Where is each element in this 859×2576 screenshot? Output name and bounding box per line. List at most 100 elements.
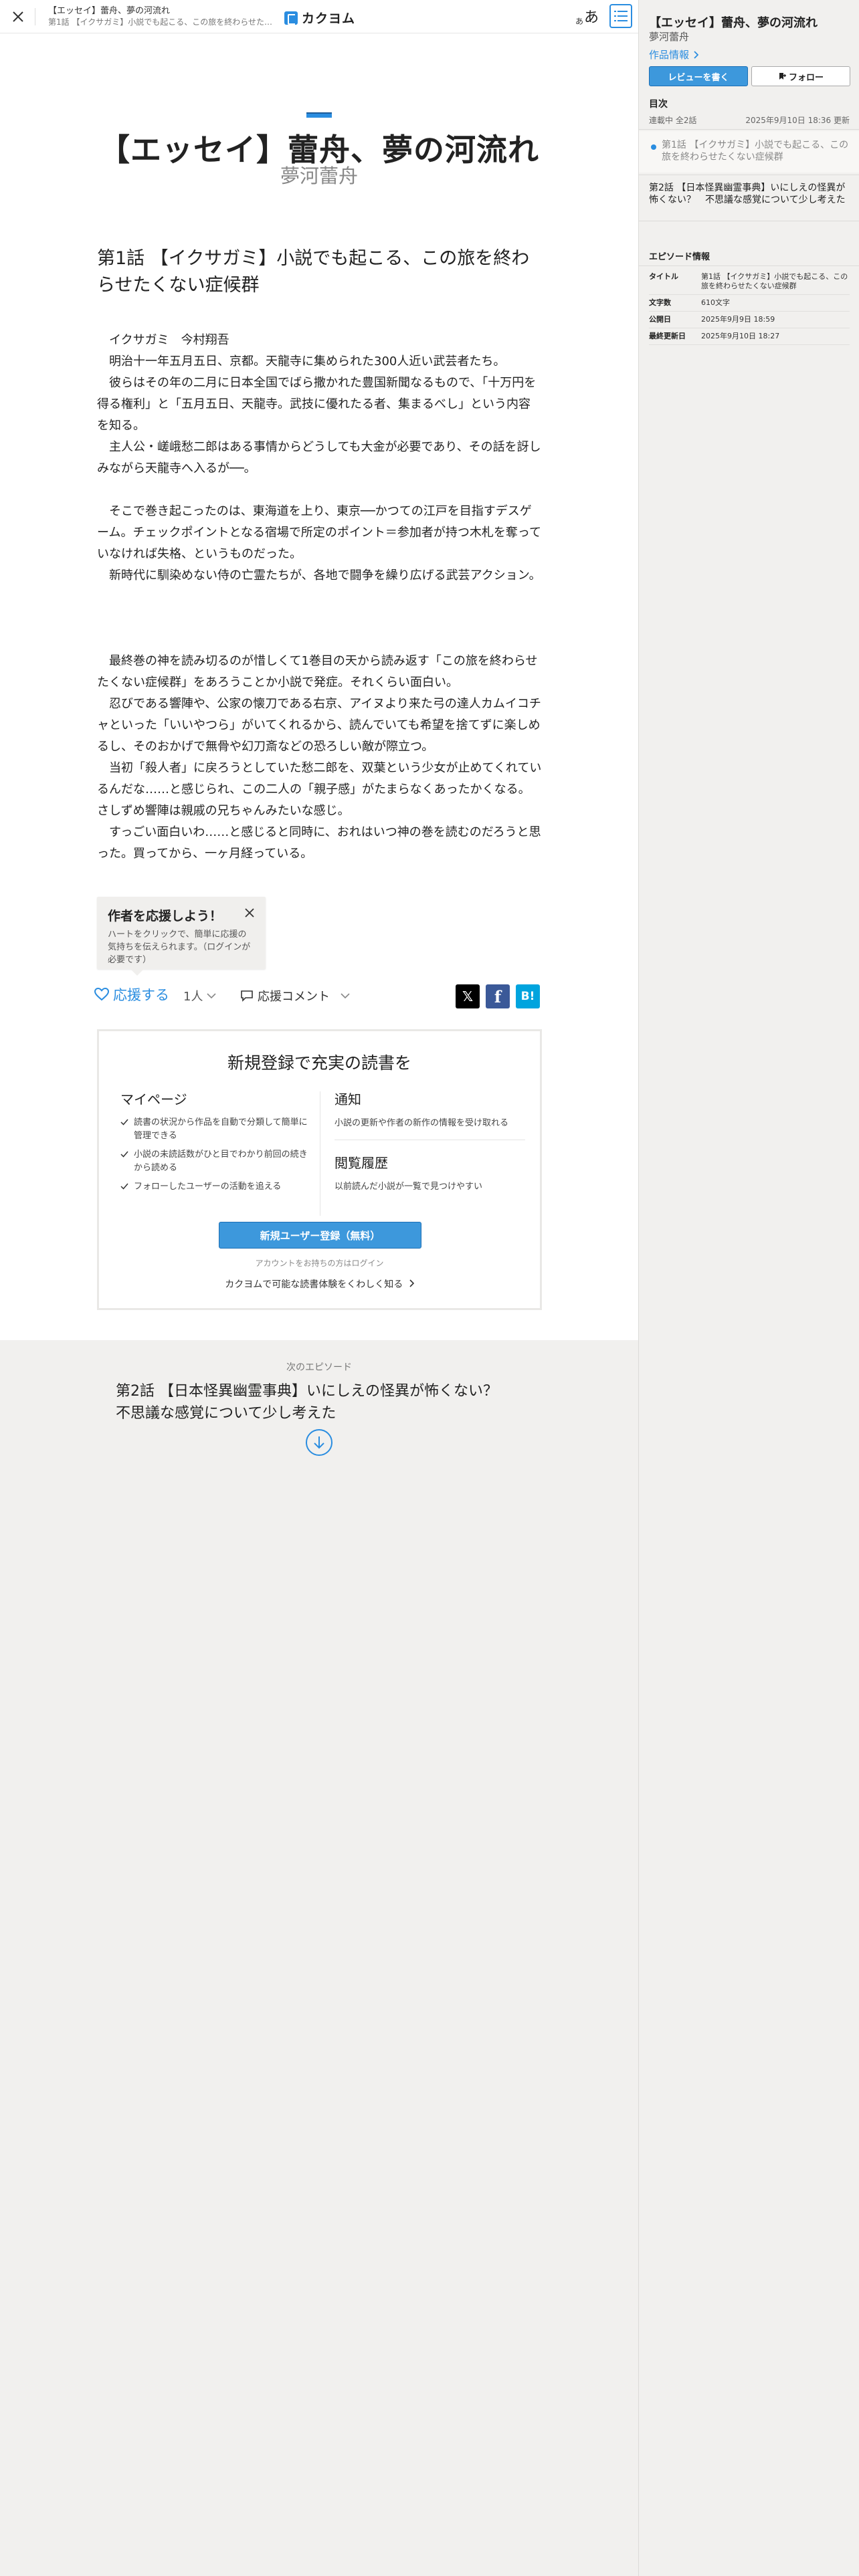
close-icon: [13, 11, 23, 22]
login-link[interactable]: アカウントをお持ちの方はログイン: [99, 1257, 540, 1269]
notify-text: 小説の更新や作者の新作の情報を受け取れる: [335, 1118, 509, 1128]
next-episode-section: 次のエピソード 第2話 【日本怪異幽霊事典】いにしえの怪異が怖くない？ 不思議な…: [0, 1340, 638, 1494]
mypage-item-text: 読書の状況から作品を自動で分類して簡単に管理できる: [134, 1117, 308, 1141]
bookmark-plus-icon: [779, 73, 786, 80]
episode-info-value: 2025年9月10日 18:27: [701, 332, 780, 340]
font-size-button[interactable]: あ あ: [575, 7, 599, 27]
tooltip-close-button[interactable]: [243, 906, 256, 920]
work-badge: [306, 112, 332, 118]
font-big-glyph: あ: [584, 9, 599, 26]
arrow-down-icon: [314, 1436, 324, 1449]
sidebar-work-title[interactable]: 【エッセイ】蕾舟、夢の河流れ: [649, 13, 850, 31]
body-paragraph: [97, 629, 542, 651]
support-comment-button[interactable]: 応援コメント: [240, 987, 350, 1004]
history-heading: 閲覧履歴: [335, 1155, 388, 1171]
comment-label: 応援コメント: [258, 990, 330, 1004]
body-paragraph: そこで巻き起こったのは、東海道を上り、東京──かつての江戸を目指すデスゲーム。チ…: [97, 504, 542, 561]
episode-info-key: 文字数: [649, 298, 671, 307]
body-paragraph: 新時代に馴染めない侍の亡霊たちが、各地で闘争を繰り広げる武芸アクション。: [97, 568, 541, 582]
header-titles[interactable]: 【エッセイ】蕾舟、夢の河流れ 第1話 【イクサガミ】小説でも起こる、この旅を終わ…: [48, 5, 276, 28]
hatena-icon: B!: [520, 990, 535, 1003]
work-author[interactable]: 夢河蕾舟: [0, 160, 638, 189]
sidebar-author[interactable]: 夢河蕾舟: [649, 29, 689, 43]
episode-info-value: 第1話 【イクサガミ】小説でも起こる、この旅を終わらせたくない症候群: [701, 272, 848, 290]
episode-header: 【エッセイ】蕾舟、夢の河流れ 第1話 【イクサガミ】小説でも起こる、この旅を終わ…: [0, 0, 638, 33]
episode-info-divider: [639, 265, 859, 266]
episode-info-heading: エピソード情報: [649, 252, 710, 262]
episode-info-row: 文字数 610文字: [649, 295, 850, 312]
body-paragraph: 最終巻の神を読み切るのが惜しくて1巻目の天から読み返す「この旅を終わらせたくない…: [97, 654, 538, 689]
next-episode-title[interactable]: 第2話 【日本怪異幽霊事典】いにしえの怪異が怖くない？ 不思議な感覚について少し…: [116, 1380, 524, 1424]
font-small-glyph: あ: [575, 17, 584, 26]
share-facebook-button[interactable]: f: [486, 984, 510, 1008]
follow-label: フォロー: [788, 72, 824, 83]
mypage-item: 読書の状況から作品を自動で分類して簡単に管理できる: [120, 1116, 314, 1143]
supporter-count-button[interactable]: 1人: [183, 987, 217, 1004]
mypage-item-text: フォローしたユーザーの活動を追える: [134, 1182, 282, 1192]
mypage-item-text: 小説の未読話数がひと目でわかり前回の続きから読める: [134, 1150, 308, 1173]
action-bar: 応援する 1人 応援コメント 𝕏 f B!: [94, 982, 543, 1008]
tooltip-title: 作者を応援しよう！: [108, 909, 223, 924]
learn-more-link[interactable]: カクヨムで可能な読書体験をくわしく知る: [99, 1277, 540, 1291]
kakuyomu-logo[interactable]: カクヨム: [284, 9, 355, 27]
body-paragraph: イクサガミ 今村翔吾: [97, 333, 229, 347]
review-label: レビューを書く: [668, 72, 729, 83]
body-paragraph: [97, 586, 542, 608]
episode-info-value: 610文字: [701, 298, 730, 307]
header-episode-title: 第1話 【イクサガミ】小説でも起こる、この旅を終わらせたくない症候群: [48, 17, 276, 27]
share-x-button[interactable]: 𝕏: [456, 984, 480, 1008]
share-hatena-button[interactable]: B!: [516, 984, 540, 1008]
next-episode-button[interactable]: [306, 1429, 332, 1456]
body-paragraph: 主人公・嵯峨愁二郎はある事情からどうしても大金が必要であり、その話を訝しみながら…: [97, 440, 541, 475]
toc-status: 連載中 全2話: [649, 116, 697, 125]
facebook-icon: f: [494, 986, 502, 1006]
toc-divider: [639, 129, 859, 130]
episode-info-table: タイトル 第1話 【イクサガミ】小説でも起こる、この旅を終わらせたくない症候群 …: [649, 269, 850, 345]
body-paragraph: 忍びである響陣や、公家の懐刀である右京、アイヌより来た弓の達人カムイコチャといっ…: [97, 697, 541, 754]
work-info-link[interactable]: 作品情報: [649, 47, 699, 62]
episode-info-row: 最終更新日 2025年9月10日 18:27: [649, 328, 850, 345]
episode-info-row: タイトル 第1話 【イクサガミ】小説でも起こる、この旅を終わらせたくない症候群: [649, 269, 850, 295]
follow-button[interactable]: フォロー: [751, 66, 850, 86]
toc-episode-title: 第2話 【日本怪異幽霊事典】いにしえの怪異が怖くない？ 不思議な感覚について少し…: [649, 183, 846, 205]
check-icon: [120, 1151, 128, 1158]
toc-toggle-button[interactable]: [609, 4, 632, 28]
body-paragraph: [97, 608, 542, 629]
register-card: 新規登録で充実の読書を マイページ 読書の状況から作品を自動で分類して簡単に管理…: [97, 1029, 542, 1310]
notify-heading: 通知: [335, 1091, 361, 1107]
chevron-right-icon: [409, 1279, 414, 1287]
learn-more-text: カクヨムで可能な読書体験をくわしく知る: [225, 1279, 403, 1290]
list-icon: [614, 11, 628, 21]
close-button[interactable]: [8, 7, 28, 27]
features-column: 通知 小説の更新や作者の新作の情報を受け取れる 閲覧履歴 以前読んだ小説が一覧で…: [335, 1089, 525, 1194]
logo-text: カクヨム: [302, 11, 356, 26]
next-episode-label: 次のエピソード: [286, 1362, 352, 1373]
episode-info-row: 公開日 2025年9月9日 18:59: [649, 312, 850, 328]
toc-episode-title: 第1話 【イクサガミ】小説でも起こる、この旅を終わらせたくない症候群: [662, 140, 849, 163]
body-paragraph: 明治十一年五月五日、京都。天龍寺に集められた300人近い武芸者たち。: [97, 354, 506, 368]
toc-episode[interactable]: 第2話 【日本怪異幽霊事典】いにしえの怪異が怖くない？ 不思議な感覚について少し…: [639, 177, 859, 215]
chevron-down-icon: [207, 993, 217, 999]
support-label: 応援する: [113, 987, 169, 1003]
body-paragraph: [97, 479, 542, 501]
mypage-item: フォローしたユーザーの活動を追える: [120, 1180, 314, 1194]
support-button[interactable]: 応援する: [94, 984, 169, 1004]
support-tooltip: 作者を応援しよう！ ハートをクリックで、簡単に応援の気持ちを伝えられます。（ログ…: [97, 897, 266, 976]
mypage-item: 小説の未読話数がひと目でわかり前回の続きから読める: [120, 1148, 314, 1175]
logo-mark-icon: [284, 11, 298, 25]
write-review-button[interactable]: レビューを書く: [649, 66, 748, 86]
body-paragraph: すっごい面白いわ……と感じると同時に、おれはいつ神の巻を読むのだろうと思った。買…: [97, 825, 541, 861]
episode-info-key: タイトル: [649, 272, 678, 281]
body-paragraph: 彼らはその年の二月に日本全国でばら撒かれた豊国新聞なるもので、「十万円を得る権利…: [97, 376, 537, 433]
close-icon: [245, 908, 254, 918]
header-work-title[interactable]: 【エッセイ】蕾舟、夢の河流れ: [48, 5, 276, 17]
current-episode-dot-icon: [651, 144, 656, 150]
toc-heading: 目次: [649, 99, 668, 110]
chevron-right-icon: [694, 50, 699, 59]
episode-title: 第1話 【イクサガミ】小説でも起こる、この旅を終わらせたくない症候群: [97, 248, 530, 296]
toc-sidebar: 【エッセイ】蕾舟、夢の河流れ 夢河蕾舟 作品情報 レビューを書く フォロー 目次…: [638, 0, 859, 2576]
episode-body: イクサガミ 今村翔吾 明治十一年五月五日、京都。天龍寺に集められた300人近い武…: [97, 330, 542, 865]
episode-info-value: 2025年9月9日 18:59: [701, 315, 775, 324]
register-button[interactable]: 新規ユーザー登録（無料）: [219, 1222, 421, 1249]
toc-episode-current[interactable]: 第1話 【イクサガミ】小説でも起こる、この旅を終わらせたくない症候群: [639, 131, 859, 173]
